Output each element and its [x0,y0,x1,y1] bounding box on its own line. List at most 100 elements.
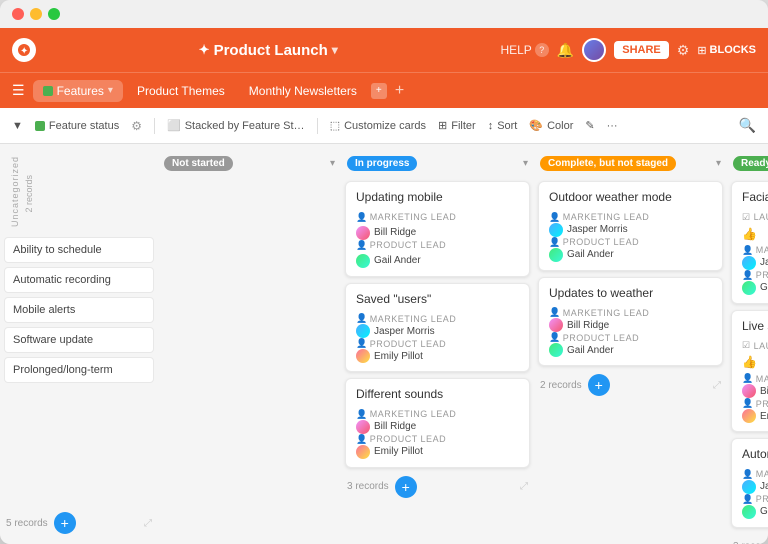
close-button[interactable] [12,8,24,20]
toolbar-sort[interactable]: ↕ Sort [488,120,518,132]
tab-monthly-newsletters[interactable]: Monthly Newsletters [239,80,367,102]
product-lead-label: 👤 PRODUCT LEAD [356,240,446,251]
user-avatar-dot [356,226,370,240]
user-avatar[interactable] [582,38,606,62]
marketing-lead-value: Jasper Morris [742,256,768,270]
person-icon: 👤 [742,494,754,505]
card-title: Live streaming for iOS [742,319,768,335]
person-icon: 👤 [549,212,561,223]
list-item[interactable]: Prolonged/long-term [4,357,154,383]
share-button[interactable]: SHARE [614,41,669,59]
minimize-button[interactable] [30,8,42,20]
marketing-lead-value: Jasper Morris [356,324,519,338]
person-icon: 👤 [742,245,754,256]
marketing-lead-value: Bill Ridge [356,226,519,240]
card-marketing-field: 👤 MARKETING LEAD [356,212,519,223]
card-facial-recognition[interactable]: Facial recognition ☑ LAUNCHED? 👍 👤 MARKE… [731,181,768,304]
title-icon: ✦ [199,42,210,58]
add-tab-button[interactable]: + [395,82,404,100]
uncategorized-footer: 5 records + ⤢ [4,510,154,536]
project-title[interactable]: Product Launch [214,42,328,59]
toolbar-settings-icon[interactable]: ⚙ [131,119,142,133]
list-item[interactable]: Mobile alerts [4,297,154,323]
card-updating-mobile[interactable]: Updating mobile 👤 MARKETING LEAD Bill Ri… [345,181,530,277]
complete-chevron-icon[interactable]: ▾ [716,158,721,169]
user-name: Bill Ridge [567,320,609,331]
card-automatic-docking[interactable]: Automatic docking 👤 MARKETING LEAD Jaspe… [731,438,768,528]
filter-down-icon: ▼ [12,120,23,132]
product-lead-value: Gail Ander [549,343,712,357]
app-logo: ✦ [12,38,36,62]
card-updates-weather[interactable]: Updates to weather 👤 MARKETING LEAD Bill… [538,277,723,367]
not-started-chevron-icon[interactable]: ▾ [330,158,335,169]
tab-features[interactable]: Features ▾ [33,80,123,102]
toolbar-filter[interactable]: ⊞ Filter [438,119,476,132]
person-icon: 👤 [549,307,561,318]
add-in-progress-button[interactable]: + [395,476,417,498]
product-lead-value: Gail Ander [356,254,519,268]
notification-icon[interactable]: 🔔 [557,42,574,59]
toolbar-feature-status[interactable]: Feature status [35,120,119,132]
user-name: Bill Ridge [374,227,416,238]
list-item[interactable]: Ability to schedule [4,237,154,263]
add-complete-button[interactable]: + [588,374,610,396]
user-name: Jasper Morris [760,481,768,492]
marketing-lead-label: 👤 MARKETING LEAD [742,245,768,256]
fullscreen-button[interactable] [48,8,60,20]
card-live-streaming[interactable]: Live streaming for iOS ☑ LAUNCHED? 👍 👤 M… [731,310,768,433]
tab-extra-icon[interactable]: + [371,83,387,99]
toolbar-color[interactable]: 🎨 Color [529,119,573,132]
in-progress-count: 3 records [347,481,389,492]
hamburger-icon[interactable]: ☰ [12,82,25,99]
product-lead-label: 👤 PRODUCT LEAD [356,338,519,349]
card-title: Saved "users" [356,292,519,308]
product-lead-value: Emily Pillot [356,349,519,363]
card-outdoor-weather[interactable]: Outdoor weather mode 👤 MARKETING LEAD Ja… [538,181,723,271]
color-icon: 🎨 [529,119,543,132]
card-title: Different sounds [356,387,519,403]
help-label[interactable]: HELP ? [500,43,548,57]
user-name: Gail Ander [567,345,614,356]
blocks-button[interactable]: ⊞ BLOCKS [697,44,756,57]
person-icon: 👤 [356,434,368,445]
column-uncategorized: Uncategorized 2 records Ability to sched… [4,152,154,536]
marketing-lead-value: Jasper Morris [742,480,768,494]
person-icon: 👤 [549,332,561,343]
marketing-lead-value: Bill Ridge [356,420,519,434]
toolbar-filter-arrow[interactable]: ▼ [12,120,23,132]
list-item[interactable]: Automatic recording [4,267,154,293]
complete-footer: 2 records + ⤢ [538,372,723,398]
toolbar-more[interactable]: ··· [607,120,618,132]
thumbs-up-icon: 👍 [742,227,768,241]
marketing-lead-value: Jasper Morris [549,223,712,237]
card-saved-users[interactable]: Saved "users" 👤 MARKETING LEAD Jasper Mo… [345,283,530,373]
add-uncategorized-button[interactable]: + [54,512,76,534]
more-icon: ··· [607,120,618,132]
person-icon: 👤 [356,240,368,251]
person-icon: 👤 [742,469,754,480]
settings-icon[interactable]: ⚙ [677,42,690,59]
user-name: Emily Pillot [374,446,423,457]
expand-uncategorized-icon[interactable]: ⤢ [144,518,152,529]
blocks-icon: ⊞ [697,44,706,57]
toolbar-stacked[interactable]: ⬜ Stacked by Feature Stat... [167,119,305,132]
not-started-status: Not started [164,156,233,171]
list-item[interactable]: Software update [4,327,154,353]
card-different-sounds[interactable]: Different sounds 👤 MARKETING LEAD Bill R… [345,378,530,468]
title-caret-icon[interactable]: ▾ [332,43,338,57]
expand-in-progress-icon[interactable]: ⤢ [520,481,528,492]
filter-icon: ⊞ [438,119,447,132]
board-area: Uncategorized 2 records Ability to sched… [0,144,768,544]
expand-complete-icon[interactable]: ⤢ [713,380,721,391]
complete-count: 2 records [540,380,582,391]
toolbar-customize[interactable]: ⬚ Customize cards [330,119,426,132]
in-progress-chevron-icon[interactable]: ▾ [523,158,528,169]
tab-close-icon[interactable]: ▾ [108,85,113,96]
search-icon[interactable]: 🔍 [739,117,756,134]
marketing-lead-label: 👤 MARKETING LEAD [356,212,456,223]
toolbar-edit-icon[interactable]: ✎ [585,119,594,132]
user-name: Bill Ridge [760,386,768,397]
marketing-lead-label: 👤 MARKETING LEAD [356,409,519,420]
tab-product-themes[interactable]: Product Themes [127,80,235,102]
product-lead-value: Gail Ander [549,248,712,262]
